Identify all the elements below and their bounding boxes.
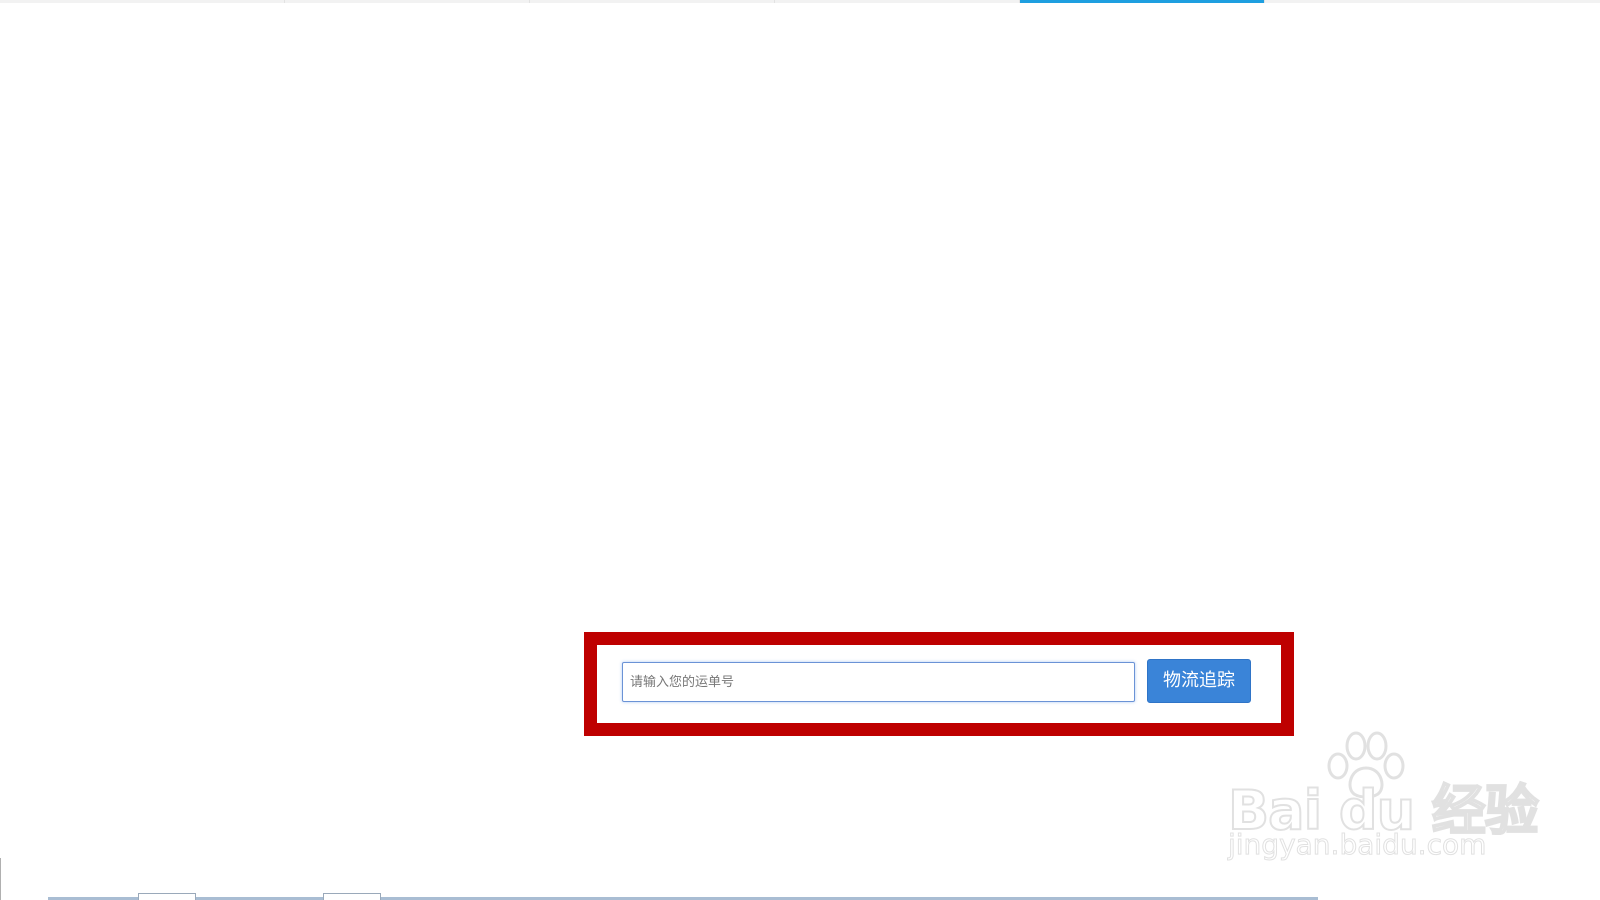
track-logistics-button[interactable]: 物流追踪 [1147,659,1251,703]
baidu-jingyan-watermark: Bai du 经验 jingyan.baidu.com [1227,728,1540,868]
top-tab-strip [0,0,1600,3]
left-edge-line [0,858,1,900]
top-tab-3[interactable] [530,0,775,3]
tracking-number-input[interactable] [622,662,1135,702]
watermark-url-text: jingyan.baidu.com [1227,828,1487,862]
page: 物流追踪 Bai du 经验 jingyan.baidu.com [0,0,1600,900]
bottom-tab-2[interactable] [323,893,381,900]
top-tab-5-active[interactable] [1020,0,1265,3]
top-tab-2[interactable] [285,0,530,3]
highlight-frame: 物流追踪 [584,632,1294,736]
top-tab-1[interactable] [40,0,285,3]
bottom-tab-1[interactable] [138,893,196,900]
top-tab-4[interactable] [775,0,1020,3]
